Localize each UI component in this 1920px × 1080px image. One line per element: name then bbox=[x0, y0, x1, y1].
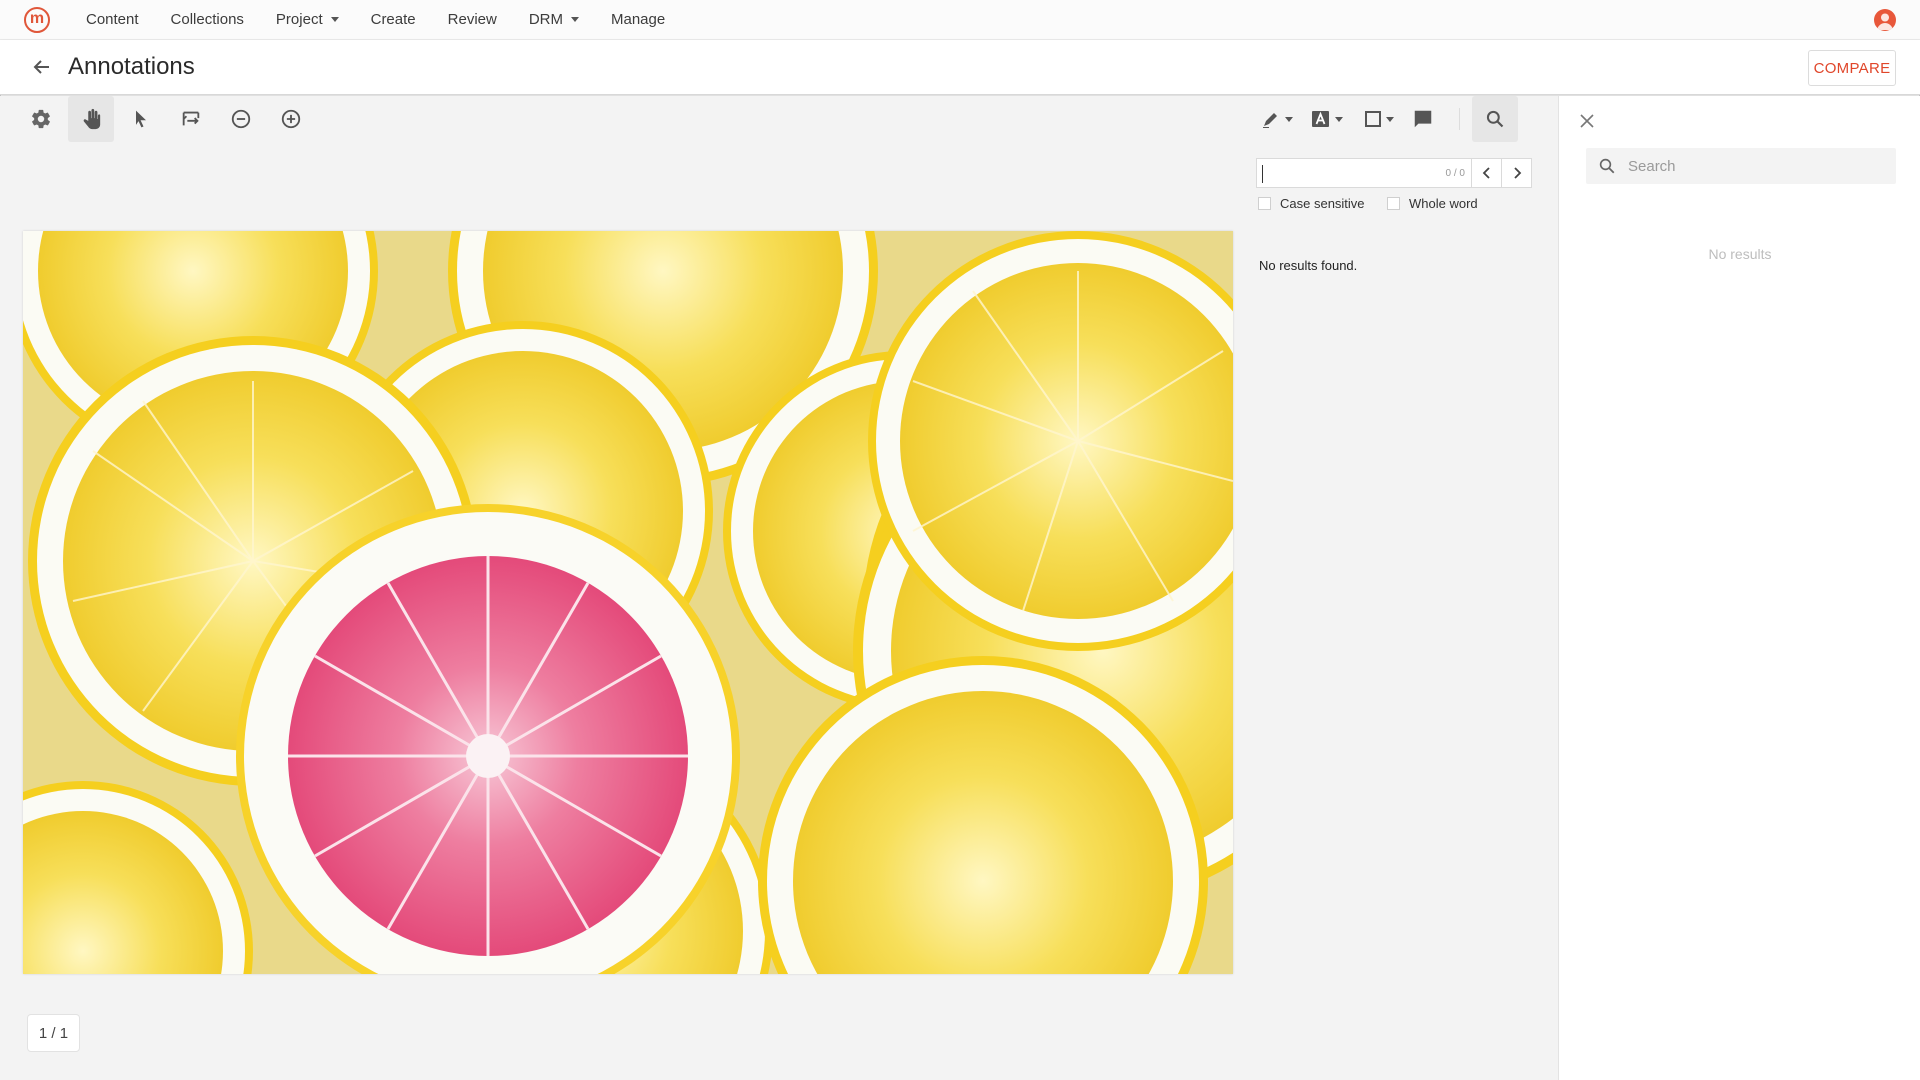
logo-letter: m bbox=[29, 9, 45, 27]
back-arrow-icon[interactable] bbox=[30, 55, 54, 79]
close-icon[interactable] bbox=[1577, 111, 1597, 131]
page-title: Annotations bbox=[68, 53, 195, 80]
chevron-left-icon bbox=[1482, 167, 1490, 179]
zoom-out-icon[interactable] bbox=[218, 96, 264, 142]
whole-word-option[interactable]: Whole word bbox=[1387, 196, 1478, 211]
nav-item-label: Project bbox=[275, 11, 323, 28]
nav-item-content[interactable]: Content bbox=[70, 11, 155, 28]
sidebar-search-input[interactable] bbox=[1616, 148, 1896, 184]
nav-item-project[interactable]: Project bbox=[260, 11, 355, 28]
search-result-message: No results found. bbox=[1259, 258, 1358, 273]
search-icon bbox=[1599, 158, 1615, 174]
nav-item-label: Create bbox=[370, 11, 416, 28]
nav-item-label: Collections bbox=[170, 11, 244, 28]
nav-item-label: Review bbox=[447, 11, 497, 28]
text-dropdown-icon[interactable] bbox=[1303, 96, 1353, 142]
comment-icon[interactable] bbox=[1400, 96, 1446, 142]
whole-word-checkbox[interactable] bbox=[1387, 197, 1400, 210]
document-search-input[interactable] bbox=[1257, 159, 1446, 187]
annotation-sidebar: No results bbox=[1558, 96, 1920, 1080]
nav-item-create[interactable]: Create bbox=[355, 11, 432, 28]
chevron-right-icon bbox=[1513, 167, 1521, 179]
case-sensitive-checkbox[interactable] bbox=[1258, 197, 1271, 210]
caret-down-icon bbox=[330, 17, 339, 22]
app-logo[interactable]: m bbox=[24, 6, 50, 33]
sidebar-search-box bbox=[1586, 148, 1896, 184]
nav-item-drm[interactable]: DRM bbox=[513, 11, 595, 28]
document-search-box: 0 / 0 bbox=[1256, 158, 1532, 188]
sidebar-empty-message: No results bbox=[1708, 246, 1772, 262]
pen-dropdown-icon[interactable] bbox=[1253, 96, 1303, 142]
nav-item-label: Content bbox=[86, 11, 139, 28]
shape-dropdown-icon[interactable] bbox=[1355, 96, 1405, 142]
nav-item-review[interactable]: Review bbox=[432, 11, 513, 28]
case-sensitive-label: Case sensitive bbox=[1280, 196, 1365, 211]
nav-menu: Content Collections Project Create Revie… bbox=[70, 11, 681, 28]
compare-button[interactable]: COMPARE bbox=[1808, 50, 1896, 86]
hand-pan-icon[interactable] bbox=[68, 96, 114, 142]
caret-down-icon bbox=[571, 17, 579, 22]
toolbar-divider bbox=[1459, 108, 1460, 130]
next-match-button[interactable] bbox=[1501, 159, 1531, 187]
nav-item-label: DRM bbox=[528, 11, 563, 28]
user-avatar-icon[interactable] bbox=[1874, 9, 1896, 31]
marquee-zoom-icon[interactable] bbox=[168, 96, 214, 142]
document-page-image bbox=[23, 231, 1233, 974]
case-sensitive-option[interactable]: Case sensitive bbox=[1258, 196, 1365, 211]
nav-item-label: Manage bbox=[611, 11, 666, 28]
pointer-select-icon[interactable] bbox=[118, 96, 164, 142]
nav-item-collections[interactable]: Collections bbox=[155, 11, 260, 28]
page-header: Annotations COMPARE bbox=[0, 40, 1920, 95]
zoom-in-icon[interactable] bbox=[268, 96, 314, 142]
page-indicator: 1 / 1 bbox=[27, 1014, 80, 1052]
previous-match-button[interactable] bbox=[1471, 159, 1501, 187]
match-count: 0 / 0 bbox=[1445, 167, 1465, 179]
top-navigation: m Content Collections Project Create Rev… bbox=[0, 0, 1920, 40]
whole-word-label: Whole word bbox=[1409, 196, 1478, 211]
search-icon[interactable] bbox=[1472, 96, 1518, 142]
document-viewer: 0 / 0 Case sensitive Whole word No resul… bbox=[0, 96, 1558, 1080]
citrus-photo bbox=[23, 231, 1233, 974]
nav-item-manage[interactable]: Manage bbox=[595, 11, 681, 28]
text-cursor bbox=[1262, 165, 1263, 183]
gear-icon[interactable] bbox=[18, 96, 64, 142]
